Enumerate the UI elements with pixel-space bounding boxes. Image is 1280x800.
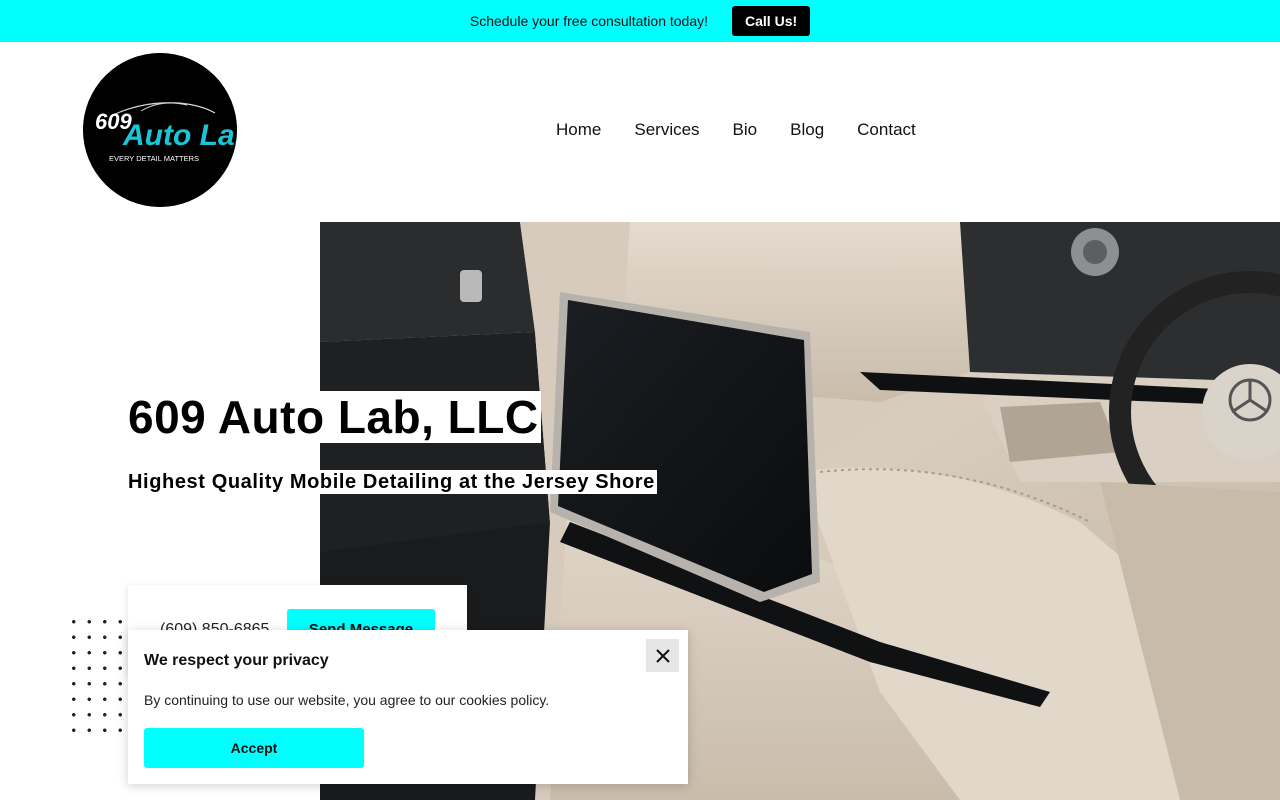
hero-subtitle: Highest Quality Mobile Detailing at the … xyxy=(128,470,657,494)
nav-bio[interactable]: Bio xyxy=(733,120,758,140)
close-button[interactable] xyxy=(646,639,679,672)
nav-contact[interactable]: Contact xyxy=(857,120,916,140)
cookie-title: We respect your privacy xyxy=(144,652,329,669)
call-us-button[interactable]: Call Us! xyxy=(732,6,811,36)
cookie-consent-dialog: We respect your privacy By continuing to… xyxy=(128,630,688,784)
logo-tagline: EVERY DETAIL MATTERS xyxy=(109,154,199,163)
announcement-bar: Schedule your free consultation today! C… xyxy=(0,0,1280,42)
cookie-text: By continuing to use our website, you ag… xyxy=(144,692,550,708)
announcement-text: Schedule your free consultation today! xyxy=(469,13,709,29)
decorative-dot-grid xyxy=(66,614,128,740)
accept-button[interactable]: Accept xyxy=(144,728,364,768)
nav-services[interactable]: Services xyxy=(634,120,699,140)
site-logo[interactable]: 609 Auto Lab EVERY DETAIL MATTERS xyxy=(83,53,237,207)
nav-blog[interactable]: Blog xyxy=(790,120,824,140)
main-nav: Home Services Bio Blog Contact xyxy=(556,120,916,140)
close-icon xyxy=(655,648,670,663)
hero-title: 609 Auto Lab, LLC xyxy=(128,391,541,443)
nav-home[interactable]: Home xyxy=(556,120,601,140)
logo-name: Auto Lab xyxy=(122,119,237,152)
logo-graphic: 609 Auto Lab EVERY DETAIL MATTERS xyxy=(83,53,237,207)
